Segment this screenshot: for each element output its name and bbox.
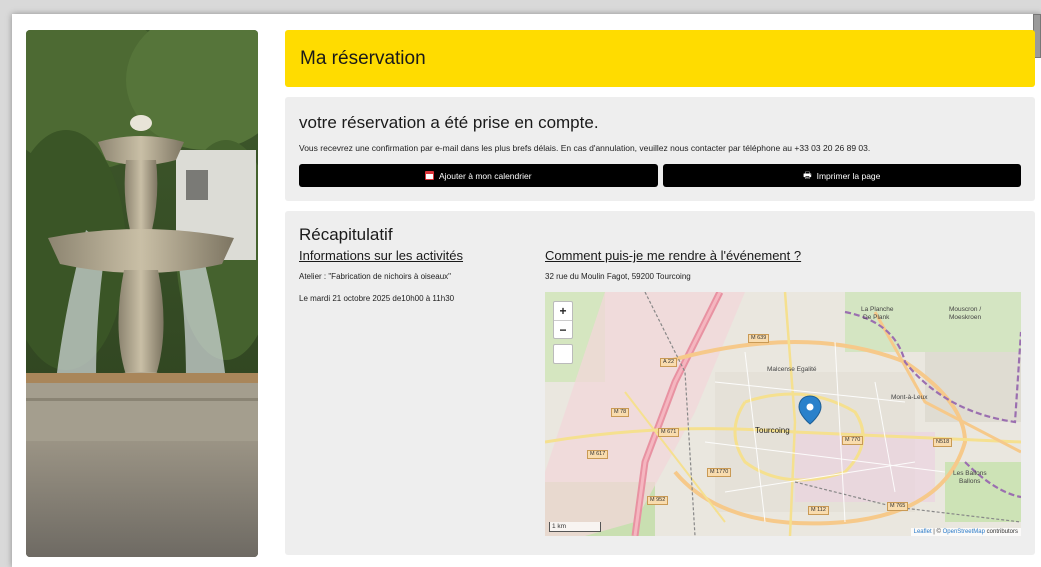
map-label-de-plank: De Plank <box>863 314 890 321</box>
confirmation-message: Vous recevrez une confirmation par e-mai… <box>299 143 871 153</box>
road-label: M 78 <box>611 408 630 417</box>
road-label: A 22 <box>660 358 678 367</box>
road-label: N518 <box>933 438 953 447</box>
map-label-la-planche: La Planche <box>861 306 894 313</box>
road-label: M 1770 <box>707 468 732 477</box>
map-attribution: Leaflet | © OpenStreetMap contributors <box>910 528 1021 536</box>
confirmation-heading: votre réservation a été prise en compte. <box>299 113 599 132</box>
road-label: M 639 <box>748 334 770 343</box>
map-label-mont-a-leux: Mont-à-Leux <box>891 394 928 401</box>
title-banner: Ma réservation <box>285 30 1035 87</box>
road-label: M 617 <box>587 450 609 459</box>
map-label-mouscron: Mouscron / <box>949 306 982 313</box>
add-to-calendar-label: Ajouter à mon calendrier <box>438 170 532 181</box>
activities-heading: Informations sur les activités <box>299 248 464 263</box>
page: Ma réservation votre réservation a été p… <box>12 14 1041 567</box>
confirmation-card: votre réservation a été prise en compte.… <box>285 97 1035 201</box>
action-buttons: Ajouter à mon calendrier 🖶 Imprimer la p… <box>299 164 1021 187</box>
print-page-label: Imprimer la page <box>816 170 881 181</box>
road-label: M 770 <box>842 436 864 445</box>
road-label: M 671 <box>658 428 680 437</box>
event-map[interactable]: Tourcoing Malcense Egalité La Planche De… <box>545 292 1021 536</box>
event-address: 32 rue du Moulin Fagot, 59200 Tourcoing <box>545 272 691 281</box>
attribution-separator: | © <box>931 529 943 535</box>
map-label-moeskroen: Moeskroen <box>949 314 982 321</box>
map-layers-button[interactable] <box>553 344 573 364</box>
map-label-les-ballons: Les Ballons <box>953 470 987 477</box>
openstreetmap-link[interactable]: OpenStreetMap <box>943 529 985 535</box>
map-label-ballons: Ballons <box>959 478 981 485</box>
activities-column: Informations sur les activités Atelier :… <box>299 248 545 536</box>
zoom-out-button[interactable]: − <box>554 320 572 338</box>
attribution-contributors: contributors <box>984 529 1018 535</box>
recap-heading: Récapitulatif <box>299 225 393 244</box>
page-title: Ma réservation <box>300 47 426 69</box>
directions-column: Comment puis-je me rendre à l'événement … <box>545 248 1021 536</box>
map-scale: 1 km <box>549 522 601 532</box>
road-label: M 765 <box>887 502 909 511</box>
map-label-malcense: Malcense Egalité <box>767 366 817 373</box>
map-label-tourcoing: Tourcoing <box>755 426 790 435</box>
activity-name: Atelier : "Fabrication de nichoirs à ois… <box>299 272 451 281</box>
main-content: Ma réservation votre réservation a été p… <box>285 30 1035 555</box>
calendar-icon <box>424 171 434 180</box>
fountain-photo <box>26 30 258 557</box>
road-label: M 952 <box>647 496 669 505</box>
directions-heading: Comment puis-je me rendre à l'événement … <box>545 248 802 263</box>
zoom-in-button[interactable]: + <box>554 302 572 320</box>
add-to-calendar-button[interactable]: Ajouter à mon calendrier <box>299 164 658 187</box>
print-page-button[interactable]: 🖶 Imprimer la page <box>662 164 1021 187</box>
printer-icon: 🖶 <box>803 169 812 180</box>
leaflet-link[interactable]: Leaflet <box>914 529 932 535</box>
recap-card: Récapitulatif Informations sur les activ… <box>285 211 1035 555</box>
road-label: M 112 <box>808 506 829 515</box>
activity-date: Le mardi 21 octobre 2025 de10h00 à 11h30 <box>299 294 455 303</box>
map-zoom-control: + − <box>553 301 573 339</box>
